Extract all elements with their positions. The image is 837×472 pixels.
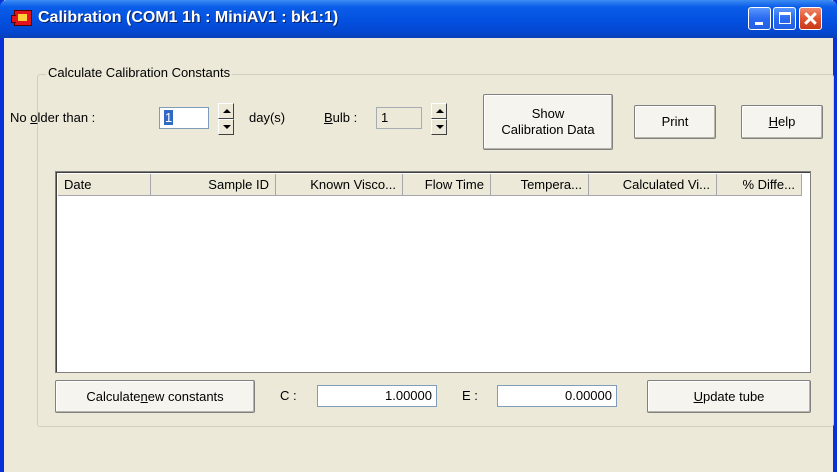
calculate-new-constants-button[interactable]: Calculate n ew constants [55,380,255,413]
maximize-button[interactable] [773,7,796,30]
arrow-up-icon [436,109,444,113]
column-header-date[interactable]: Date [58,174,151,196]
app-icon[interactable] [11,10,32,26]
column-header-known-viscosity[interactable]: Known Visco... [276,174,403,196]
days-spin-down-button[interactable] [218,119,234,135]
e-constant-field[interactable]: 0.00000 [497,385,617,407]
bulb-label: Bulb : [324,110,358,125]
show-calibration-line2: Calibration Data [501,122,595,137]
minimize-button[interactable] [748,7,771,30]
days-value: 1 [164,110,174,125]
arrow-up-icon [223,109,231,113]
bulb-spinner[interactable] [431,103,447,135]
column-header-sample-id[interactable]: Sample ID [151,174,276,196]
show-calibration-data-button[interactable]: Show Calibration Data [483,94,613,150]
close-icon [800,8,821,29]
title-bar[interactable]: Calibration (COM1 1h : MiniAV1 : bk1:1) [0,0,837,38]
bulb-input[interactable]: 1 [376,107,422,129]
days-spin-up-button[interactable] [218,103,234,119]
groupbox-legend: Calculate Calibration Constants [46,65,233,80]
close-button[interactable] [799,7,822,30]
update-tube-button[interactable]: Update tube [647,380,811,413]
window-title: Calibration (COM1 1h : MiniAV1 : bk1:1) [38,9,339,26]
column-header-calculated-viscosity[interactable]: Calculated Vi... [589,174,717,196]
column-header-percent-difference[interactable]: % Diffe... [717,174,802,196]
days-spinner[interactable] [218,103,234,135]
show-calibration-line1: Show [531,106,565,121]
column-header-flow-time[interactable]: Flow Time [403,174,491,196]
arrow-down-icon [223,125,231,129]
calibration-data-list[interactable]: Date Sample ID Known Visco... Flow Time … [55,171,811,373]
maximize-icon [779,12,791,24]
days-input[interactable]: 1 [159,107,209,129]
arrow-down-icon [436,125,444,129]
e-label: E : [462,388,478,403]
print-button[interactable]: Print [634,105,716,139]
minimize-icon [755,22,763,25]
column-header-temperature[interactable]: Tempera... [491,174,589,196]
bulb-spin-up-button[interactable] [431,103,447,119]
days-unit-label: day(s) [249,110,286,125]
no-older-than-label: No older than : [10,110,96,125]
bulb-value: 1 [381,110,389,125]
c-label: C : [280,388,297,403]
c-constant-field[interactable]: 1.00000 [317,385,437,407]
help-button[interactable]: Help [741,105,823,139]
bulb-spin-down-button[interactable] [431,119,447,135]
list-header: Date Sample ID Known Visco... Flow Time … [58,174,802,196]
calibration-window: Calibration (COM1 1h : MiniAV1 : bk1:1) … [0,0,837,472]
